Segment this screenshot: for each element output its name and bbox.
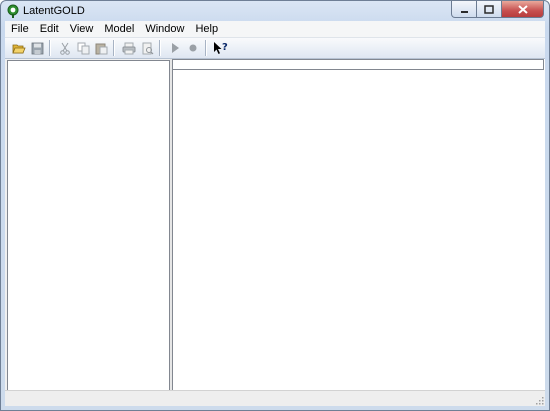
toolbar: ? (5, 38, 545, 59)
minimize-icon (460, 10, 468, 13)
model-tree-pane[interactable] (7, 60, 170, 393)
close-button[interactable] (502, 1, 544, 18)
close-icon (517, 4, 528, 14)
print-icon (122, 42, 136, 54)
toolbar-separator (113, 40, 115, 56)
status-bar (5, 390, 545, 406)
run-button[interactable] (167, 40, 183, 56)
print-preview-icon (142, 42, 153, 54)
copy-button[interactable] (75, 40, 91, 56)
toolbar-separator (49, 40, 51, 56)
svg-text:?: ? (222, 42, 228, 53)
open-folder-icon (12, 44, 26, 53)
stop-button[interactable] (185, 40, 201, 56)
toolbar-separator (205, 40, 207, 56)
copy-icon (77, 42, 89, 54)
print-preview-button[interactable] (139, 40, 155, 56)
menu-bar: File Edit View Model Window Help (5, 21, 545, 38)
mdi-client-area (5, 59, 545, 406)
context-help-icon: ? (214, 42, 228, 54)
menu-help[interactable]: Help (189, 23, 223, 35)
content-header-bar (173, 59, 544, 70)
save-icon (31, 42, 43, 54)
menu-file[interactable]: File (5, 23, 34, 35)
title-bar[interactable]: LatentGOLD (1, 1, 549, 21)
menu-model[interactable]: Model (98, 23, 139, 35)
cut-button[interactable] (57, 40, 73, 56)
context-help-button[interactable]: ? (213, 40, 229, 56)
app-window: LatentGOLD File Edit View Model Window H… (0, 0, 550, 411)
minimize-button[interactable] (451, 1, 477, 18)
toolbar-separator (159, 40, 161, 56)
app-logo-icon (6, 4, 20, 18)
paste-button[interactable] (93, 40, 109, 56)
maximize-button[interactable] (477, 1, 502, 18)
save-button[interactable] (29, 40, 45, 56)
stop-icon (189, 44, 197, 52)
menu-view[interactable]: View (64, 23, 99, 35)
caption-buttons (451, 1, 544, 18)
menu-edit[interactable]: Edit (34, 23, 64, 35)
resize-grip-icon[interactable] (534, 395, 544, 405)
open-button[interactable] (11, 40, 27, 56)
paste-icon (95, 43, 107, 54)
content-pane[interactable] (172, 59, 545, 391)
maximize-icon (484, 4, 494, 14)
cut-icon (60, 42, 70, 55)
run-icon (172, 43, 179, 53)
menu-window[interactable]: Window (139, 23, 189, 35)
window-title: LatentGOLD (23, 5, 85, 17)
print-button[interactable] (121, 40, 137, 56)
